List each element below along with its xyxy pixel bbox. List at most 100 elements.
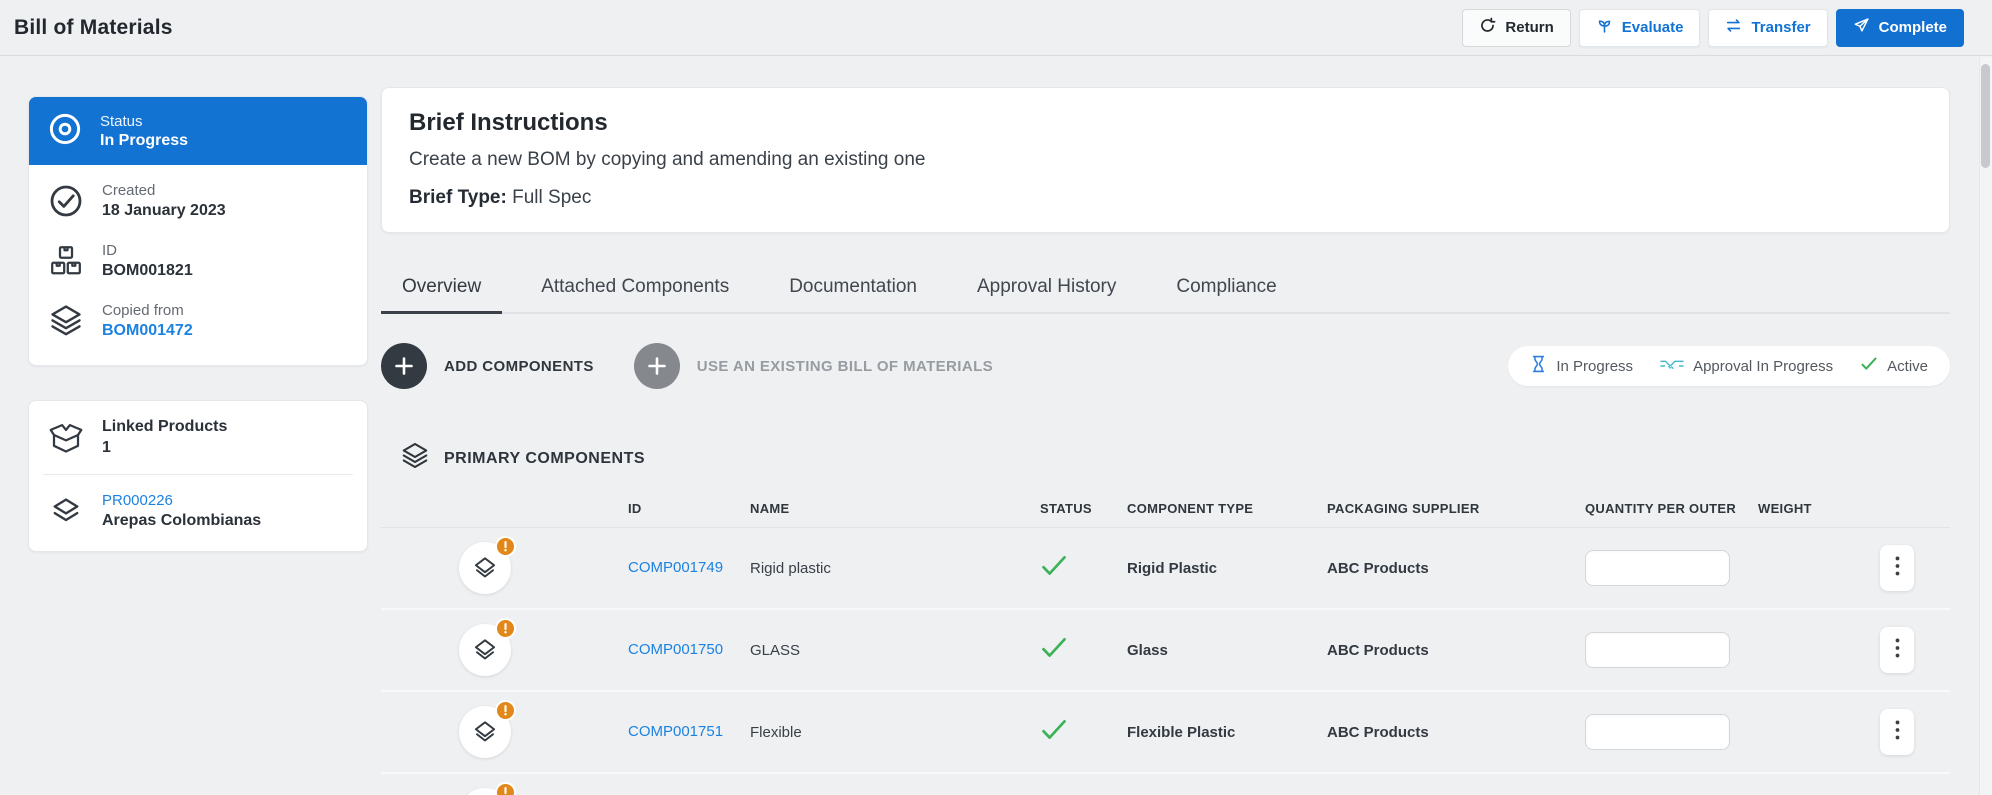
primary-components-title: PRIMARY COMPONENTS xyxy=(444,449,646,467)
table-row: COMP001751 Flexible Flexible Plastic ABC… xyxy=(381,692,1950,774)
add-components-button[interactable]: ADD COMPONENTS xyxy=(381,343,594,389)
packaging-supplier: ABC Products xyxy=(1327,559,1429,577)
header-actions: Return Evaluate Transfer Complete xyxy=(1462,8,1978,47)
product-name: Arepas Colombianas xyxy=(102,512,262,529)
col-status: STATUS xyxy=(1040,501,1092,516)
sidebar-item-copied-from: Copied from BOM001472 xyxy=(29,291,367,351)
legend-approval-in-progress: Approval In Progress xyxy=(1660,356,1833,376)
col-id: ID xyxy=(628,501,642,516)
kebab-icon xyxy=(1895,638,1900,663)
packaging-supplier: ABC Products xyxy=(1327,723,1429,741)
linked-products-item: Linked Products 1 xyxy=(29,407,367,468)
active-check-icon xyxy=(1040,637,1127,664)
linked-product-row: PR000226 Arepas Colombianas xyxy=(29,481,367,541)
id-label: ID xyxy=(102,242,117,259)
row-menu-button[interactable] xyxy=(1880,709,1914,755)
layers-icon xyxy=(400,441,430,476)
active-check-icon xyxy=(1040,719,1127,746)
col-quantity-per-outer: QUANTITY PER OUTER xyxy=(1585,501,1737,516)
primary-components-heading: PRIMARY COMPONENTS xyxy=(400,441,645,476)
bom-info-card: Status In Progress Created 18 January 20… xyxy=(28,96,368,366)
content-tabs: Overview Attached Components Documentati… xyxy=(381,260,1950,314)
component-name: Flexible xyxy=(750,723,802,741)
component-id-link[interactable]: COMP001749 xyxy=(628,559,723,576)
col-packaging-supplier: PACKAGING SUPPLIER xyxy=(1327,501,1480,516)
warning-badge-icon xyxy=(495,782,516,795)
warning-badge-icon xyxy=(495,536,516,557)
kebab-icon xyxy=(1895,556,1900,581)
send-icon xyxy=(1853,17,1870,38)
sidebar-item-status[interactable]: Status In Progress xyxy=(29,97,367,165)
packaging-supplier: ABC Products xyxy=(1327,641,1429,659)
quantity-per-outer-input[interactable] xyxy=(1585,714,1730,750)
sidebar-item-created: Created 18 January 2023 xyxy=(29,165,367,231)
quantity-per-outer-input[interactable] xyxy=(1585,550,1730,586)
id-value: BOM001821 xyxy=(102,262,193,279)
page-title: Bill of Materials xyxy=(14,15,173,39)
components-toolbar: ADD COMPONENTS USE AN EXISTING BILL OF M… xyxy=(381,343,1950,389)
product-id-link[interactable]: PR000226 xyxy=(102,492,261,509)
kebab-icon xyxy=(1895,720,1900,745)
boxes-icon xyxy=(47,243,85,279)
brief-type-label: Brief Type: xyxy=(409,187,507,208)
use-existing-bom-button[interactable]: USE AN EXISTING BILL OF MATERIALS xyxy=(633,343,993,389)
tab-attached-components[interactable]: Attached Components xyxy=(520,260,750,314)
brief-instructions-card: Brief Instructions Create a new BOM by c… xyxy=(381,87,1950,233)
hourglass-icon xyxy=(1530,355,1547,377)
evaluate-icon xyxy=(1596,17,1613,38)
plus-icon xyxy=(633,343,680,389)
warning-badge-icon xyxy=(495,618,516,639)
legend-active: Active xyxy=(1860,356,1928,376)
table-header-row: ID NAME STATUS COMPONENT TYPE PACKAGING … xyxy=(381,490,1950,528)
tab-approval-history[interactable]: Approval History xyxy=(956,260,1137,314)
complete-button[interactable]: Complete xyxy=(1835,8,1964,47)
table-row: COMP001750 GLASS Glass ABC Products xyxy=(381,610,1950,692)
table-row: COMP001749 Rigid plastic Rigid Plastic A… xyxy=(381,528,1950,610)
component-name: GLASS xyxy=(750,641,801,659)
transfer-button[interactable]: Transfer xyxy=(1708,8,1828,47)
components-table: ID NAME STATUS COMPONENT TYPE PACKAGING … xyxy=(381,490,1950,795)
layers-icon xyxy=(47,303,85,339)
component-id-link[interactable]: COMP001751 xyxy=(628,723,723,740)
brief-type-line: Brief Type: Full Spec xyxy=(409,187,1922,209)
component-type: Glass xyxy=(1127,641,1168,659)
top-header: Bill of Materials Return Evaluate Transf… xyxy=(0,0,1992,56)
brief-type-value: Full Spec xyxy=(512,187,592,208)
brief-description: Create a new BOM by copying and amending… xyxy=(409,149,926,170)
linked-products-label: Linked Products xyxy=(102,418,228,435)
scrollbar-thumb[interactable] xyxy=(1981,64,1990,168)
check-icon xyxy=(1860,356,1878,376)
return-button[interactable]: Return xyxy=(1462,8,1571,47)
component-type: Flexible Plastic xyxy=(1127,723,1236,741)
quantity-per-outer-input[interactable] xyxy=(1585,632,1730,668)
sidebar-item-id: ID BOM001821 xyxy=(29,231,367,291)
bill-of-materials-page: Bill of Materials Return Evaluate Transf… xyxy=(0,0,1992,795)
copied-from-link[interactable]: BOM001472 xyxy=(102,322,193,340)
brief-title: Brief Instructions xyxy=(409,109,608,136)
plus-icon xyxy=(381,343,427,389)
row-menu-button[interactable] xyxy=(1880,545,1914,591)
undo-icon xyxy=(1479,17,1496,38)
tab-compliance[interactable]: Compliance xyxy=(1155,260,1297,314)
row-menu-button[interactable] xyxy=(1880,627,1914,673)
scrollbar-track[interactable] xyxy=(1979,57,1992,795)
evaluate-button[interactable]: Evaluate xyxy=(1578,8,1701,47)
status-target-icon xyxy=(47,111,83,152)
status-legend: In Progress Approval In Progress Active xyxy=(1508,346,1950,386)
created-value: 18 January 2023 xyxy=(102,202,226,219)
divider xyxy=(43,474,353,475)
linked-products-card: Linked Products 1 PR000226 Arepas Colomb… xyxy=(28,400,368,552)
transfer-icon xyxy=(1725,17,1742,38)
component-name: Rigid plastic xyxy=(750,559,831,577)
tab-documentation[interactable]: Documentation xyxy=(768,260,938,314)
warning-badge-icon xyxy=(495,700,516,721)
tab-overview[interactable]: Overview xyxy=(381,260,503,314)
component-id-link[interactable]: COMP001750 xyxy=(628,641,723,658)
created-label: Created xyxy=(102,182,156,199)
col-component-type: COMPONENT TYPE xyxy=(1127,501,1254,516)
active-check-icon xyxy=(1040,555,1127,582)
linked-products-count: 1 xyxy=(102,439,111,456)
status-label: Status xyxy=(100,112,143,130)
open-box-icon xyxy=(47,420,85,456)
component-type: Rigid Plastic xyxy=(1127,559,1218,577)
